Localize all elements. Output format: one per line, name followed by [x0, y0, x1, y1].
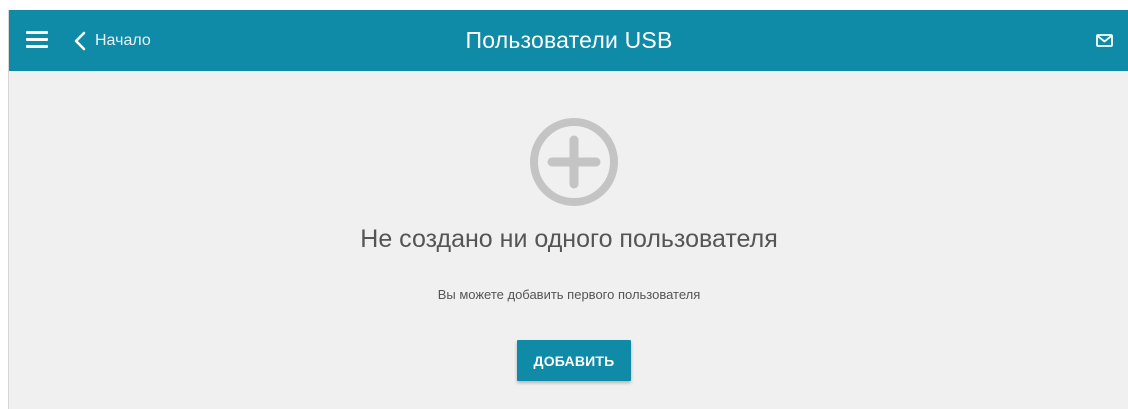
top-bar: Начало Пользователи USB — [9, 10, 1128, 71]
empty-state-title: Не создано ни одного пользователя — [360, 225, 778, 253]
empty-state-hint: Вы можете добавить первого пользователя — [437, 287, 701, 302]
plus-circle-icon — [530, 118, 618, 206]
envelope-icon[interactable] — [1096, 34, 1113, 47]
app-frame: Начало Пользователи USB Не создано ни од… — [8, 10, 1128, 409]
page-title: Пользователи USB — [465, 27, 673, 53]
add-user-button[interactable]: ДОБАВИТЬ — [517, 340, 631, 381]
